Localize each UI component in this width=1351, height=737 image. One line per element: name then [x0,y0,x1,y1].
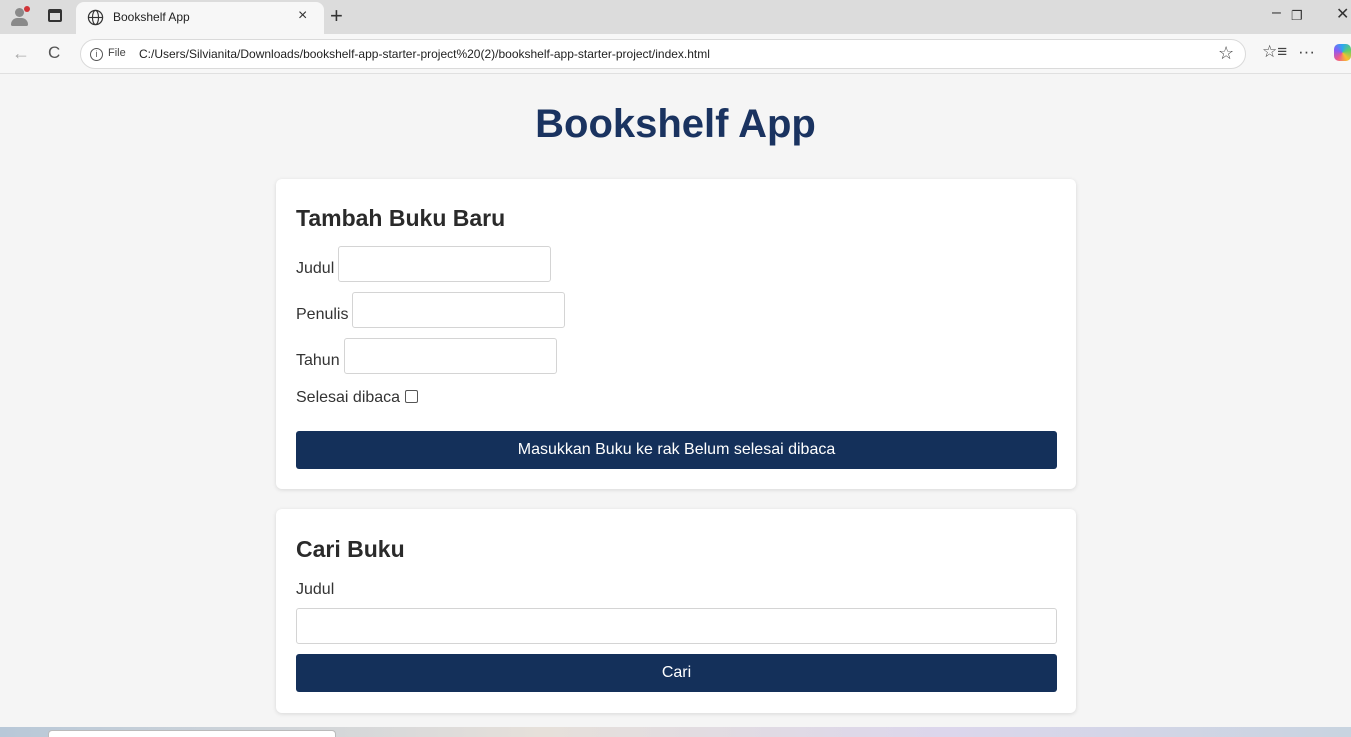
selesai-dibaca-label: Selesai dibaca [296,389,401,406]
search-submit-button[interactable]: Cari [296,654,1057,692]
close-window-button[interactable]: ✕ [1336,4,1349,24]
app-title: Bookshelf App [535,102,816,146]
new-tab-button[interactable]: + [330,3,343,29]
tab-title: Bookshelf App [113,10,190,24]
reload-button[interactable]: C [48,43,60,63]
search-input[interactable] [296,608,1057,644]
search-book-form: Cari Buku Judul Cari [276,509,1076,713]
taskbar [0,727,1351,737]
copilot-icon[interactable] [1334,44,1351,61]
url-text[interactable]: C:/Users/Silvianita/Downloads/bookshelf-… [139,47,710,61]
globe-icon [87,9,104,26]
restore-button[interactable]: ❐ [1291,8,1303,24]
tab-close-icon[interactable]: × [298,7,307,25]
selesai-dibaca-checkbox[interactable] [405,390,418,403]
address-scheme-label: File [108,47,126,59]
penulis-label: Penulis [296,306,349,323]
penulis-input[interactable] [352,292,565,328]
add-book-submit-button[interactable]: Masukkan Buku ke rak Belum selesai dibac… [296,431,1057,469]
minimize-button[interactable]: – [1272,4,1281,22]
page-content: Bookshelf App Tambah Buku Baru Judul Pen… [5,75,1346,727]
add-book-heading: Tambah Buku Baru [296,205,506,231]
judul-input[interactable] [338,246,551,282]
favorites-icon[interactable]: ☆≡ [1262,42,1287,62]
add-book-form: Tambah Buku Baru Judul Penulis Tahun Sel… [276,179,1076,489]
search-judul-label: Judul [296,581,335,598]
profile-icon[interactable] [10,6,30,26]
tahun-input[interactable] [344,338,557,374]
search-heading: Cari Buku [296,536,405,562]
taskbar-search-box[interactable] [48,730,336,737]
judul-label: Judul [296,260,335,277]
info-icon[interactable]: i [90,48,103,61]
more-icon[interactable]: ··· [1298,42,1315,62]
browser-titlebar: Bookshelf App × + – ❐ ✕ [0,0,1351,34]
tahun-label: Tahun [296,352,340,369]
browser-tab[interactable]: Bookshelf App × [76,2,324,34]
address-bar[interactable]: i File C:/Users/Silvianita/Downloads/boo… [80,39,1246,69]
star-icon[interactable]: ☆ [1218,43,1234,64]
back-button[interactable]: ← [12,43,30,64]
tab-actions-icon[interactable] [48,9,62,22]
browser-toolbar: ← C i File C:/Users/Silvianita/Downloads… [0,34,1351,74]
